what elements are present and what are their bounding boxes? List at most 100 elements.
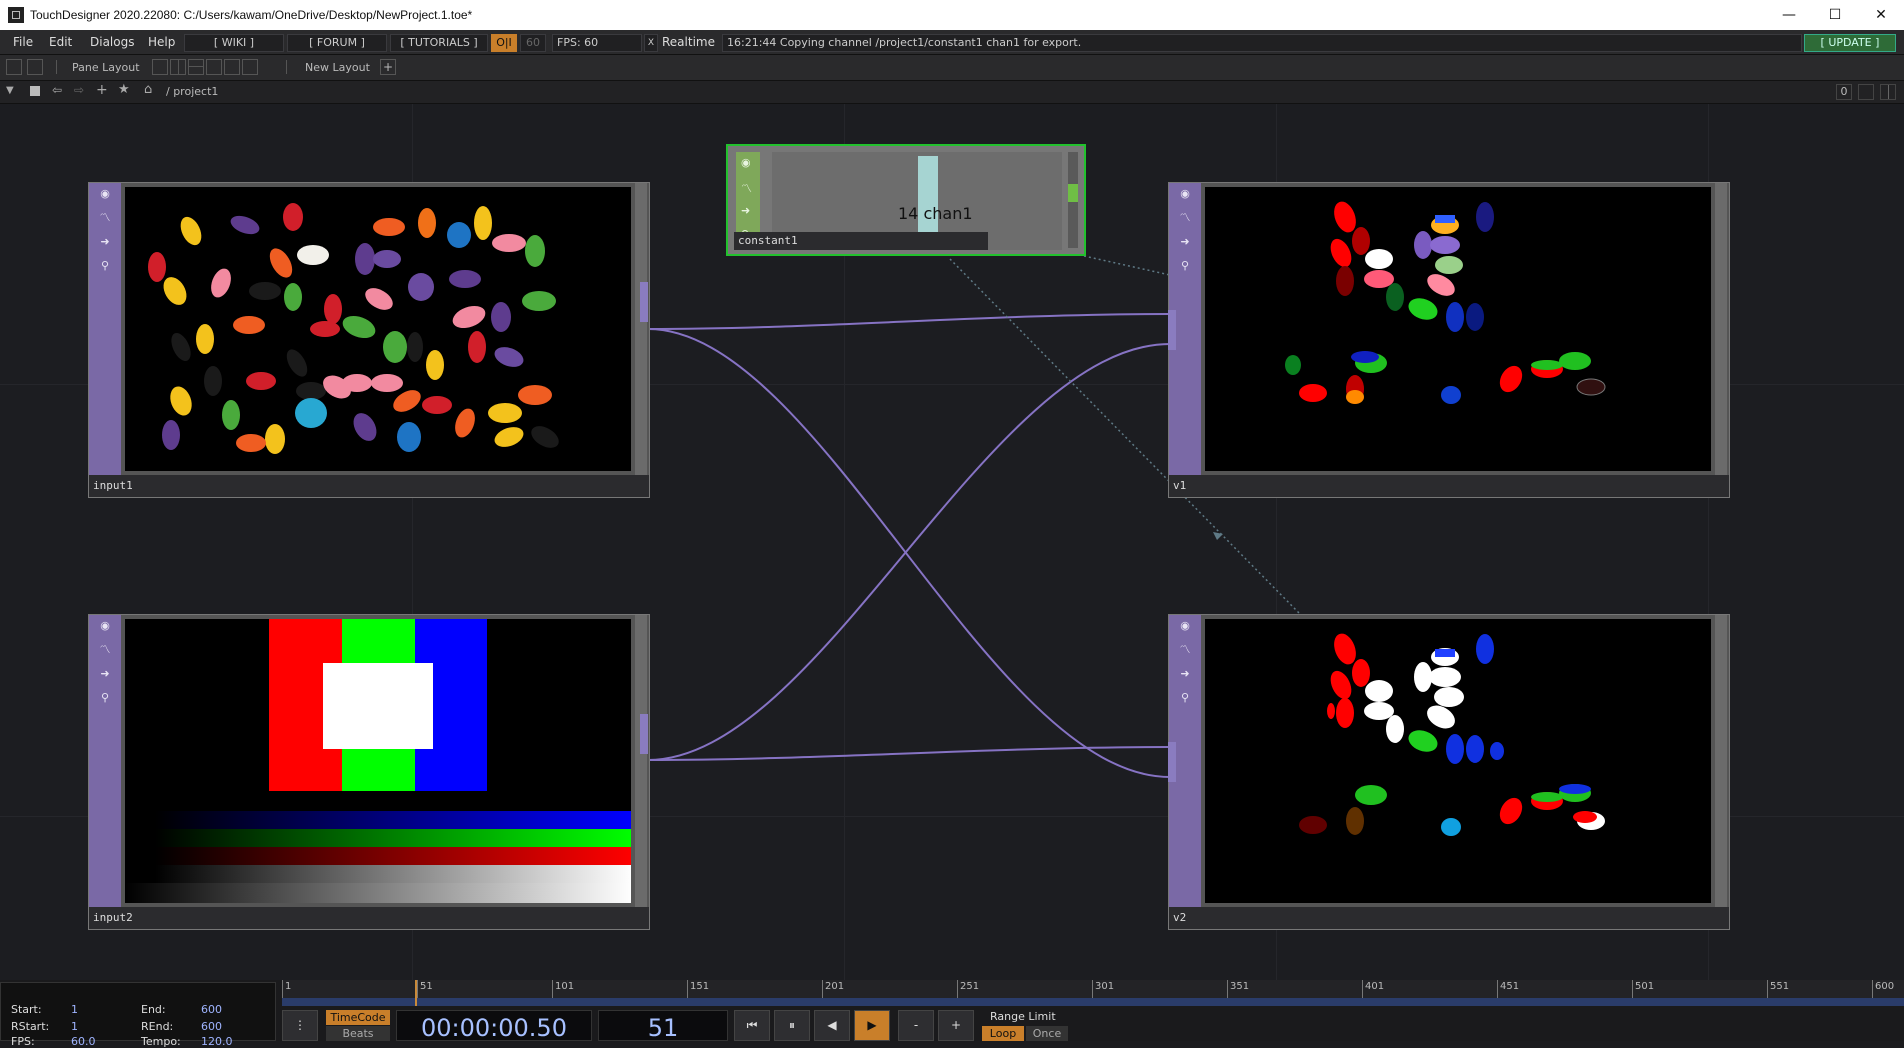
network-view-icon[interactable] bbox=[6, 59, 22, 75]
layout-split-horizontal-icon[interactable] bbox=[188, 59, 204, 75]
display-icon[interactable]: ➜ bbox=[1178, 667, 1192, 681]
node-input1[interactable]: ◉ 〽 ➜ ⚲ input1 bbox=[88, 182, 650, 498]
once-toggle[interactable]: Once bbox=[1026, 1026, 1068, 1041]
v1-input-connector[interactable] bbox=[1168, 310, 1176, 350]
tutorials-button[interactable]: [ TUTORIALS ] bbox=[390, 34, 488, 52]
beats-toggle[interactable]: Beats bbox=[326, 1026, 390, 1041]
display-icon[interactable]: ➜ bbox=[1178, 235, 1192, 249]
pane-type-icon[interactable] bbox=[27, 59, 43, 75]
pause-button[interactable]: ⏸ bbox=[774, 1010, 810, 1041]
layout-single-icon[interactable] bbox=[152, 59, 168, 75]
end-value[interactable]: 600 bbox=[201, 1003, 222, 1016]
menu-edit[interactable]: Edit bbox=[49, 30, 72, 54]
add-icon[interactable]: + bbox=[96, 82, 108, 98]
cook-toggle-button[interactable]: O|I bbox=[491, 34, 517, 52]
layout-quad-icon[interactable] bbox=[224, 59, 240, 75]
add-layout-button[interactable]: + bbox=[380, 59, 396, 75]
display-icon[interactable]: ➜ bbox=[98, 235, 112, 249]
rstart-label: RStart: bbox=[11, 1020, 50, 1033]
viewer-icon[interactable]: ◉ bbox=[741, 156, 751, 169]
playhead[interactable] bbox=[415, 980, 417, 1006]
menu-file[interactable]: File bbox=[13, 30, 33, 54]
realtime-checkbox[interactable]: X bbox=[644, 34, 658, 52]
input1-output-connector[interactable] bbox=[640, 282, 648, 322]
node-input2[interactable]: ◉ 〽 ➜ ⚲ input2 bbox=[88, 614, 650, 930]
forward-arrow-icon[interactable]: ⇨ bbox=[74, 83, 84, 97]
step-back-button[interactable]: ◀ bbox=[814, 1010, 850, 1041]
keyed-image-v2 bbox=[1299, 633, 1605, 836]
node-v2[interactable]: ◉ 〽 ➜ ⚲ v2 bbox=[1168, 614, 1730, 930]
fps-value[interactable]: 60.0 bbox=[71, 1035, 96, 1048]
update-button[interactable]: [ UPDATE ] bbox=[1804, 34, 1896, 52]
layout-three-icon[interactable] bbox=[206, 59, 222, 75]
realtime-label: Realtime bbox=[662, 35, 715, 49]
v2-input-connector[interactable] bbox=[1168, 742, 1176, 782]
display-icon[interactable]: ➜ bbox=[98, 667, 112, 681]
viewer-icon[interactable]: ◉ bbox=[1178, 187, 1192, 201]
node-label-input2[interactable]: input2 bbox=[89, 907, 649, 929]
output-rail bbox=[635, 183, 647, 475]
chevron-down-icon[interactable]: ▼ bbox=[6, 85, 14, 96]
bypass-icon[interactable]: 〽 bbox=[1178, 643, 1192, 657]
back-arrow-icon[interactable]: ⇦ bbox=[52, 83, 62, 97]
play-button[interactable]: ▶ bbox=[854, 1010, 890, 1041]
timecode-display[interactable]: 00:00:00.50 bbox=[396, 1010, 592, 1041]
bypass-icon[interactable]: 〽 bbox=[98, 211, 112, 225]
node-label-v1[interactable]: v1 bbox=[1169, 475, 1729, 497]
input2-output-connector[interactable] bbox=[640, 714, 648, 754]
path-bar: ▼ ⇦ ⇨ + ★ ⌂ / project1 0 bbox=[0, 81, 1904, 104]
layout-six-icon[interactable] bbox=[242, 59, 258, 75]
tempo-value[interactable]: 120.0 bbox=[201, 1035, 233, 1048]
network-editor[interactable]: ◉ 〽 ➜ ⚲ input1 ◉ 〽 ➜ ⚲ input2 ◉ 〽 ➜ 14 c… bbox=[0, 104, 1904, 980]
star-icon[interactable]: ★ bbox=[118, 82, 130, 97]
tempo-label: Tempo: bbox=[141, 1035, 181, 1048]
wiki-button[interactable]: [ WIKI ] bbox=[184, 34, 284, 52]
frame-display[interactable]: 51 bbox=[598, 1010, 728, 1041]
rend-value[interactable]: 600 bbox=[201, 1020, 222, 1033]
node-constant1[interactable]: ◉ 〽 ➜ ⚲ 14 chan1 constant1 bbox=[726, 144, 1086, 256]
forum-button[interactable]: [ FORUM ] bbox=[287, 34, 387, 52]
loop-toggle[interactable]: Loop bbox=[982, 1026, 1024, 1041]
step-plus-button[interactable]: + bbox=[938, 1010, 974, 1041]
fps-display: FPS: 60 bbox=[552, 34, 642, 52]
menu-dialogs[interactable]: Dialogs bbox=[90, 30, 134, 54]
maximize-pane-icon[interactable] bbox=[1858, 84, 1874, 100]
lock-icon[interactable]: ⚲ bbox=[98, 691, 112, 705]
ruler-tick: 401 bbox=[1362, 980, 1384, 998]
lock-icon[interactable]: ⚲ bbox=[1178, 259, 1192, 273]
bypass-icon[interactable]: 〽 bbox=[741, 180, 752, 196]
bypass-icon[interactable]: 〽 bbox=[1178, 211, 1192, 225]
ruler-tick: 351 bbox=[1227, 980, 1249, 998]
lock-icon[interactable]: ⚲ bbox=[1178, 691, 1192, 705]
viewer-icon[interactable]: ◉ bbox=[1178, 619, 1192, 633]
maximize-button[interactable]: ☐ bbox=[1812, 0, 1858, 30]
home-icon[interactable]: ⌂ bbox=[144, 82, 152, 97]
start-value[interactable]: 1 bbox=[71, 1003, 78, 1016]
layout-split-vertical-icon[interactable] bbox=[170, 59, 186, 75]
minimize-button[interactable]: — bbox=[1766, 0, 1812, 30]
node-label-constant1[interactable]: constant1 bbox=[734, 232, 988, 250]
close-button[interactable]: ✕ bbox=[1858, 0, 1904, 30]
lock-icon[interactable]: ⚲ bbox=[98, 259, 112, 273]
display-icon[interactable]: ➜ bbox=[741, 204, 750, 217]
timeline-menu-button[interactable]: ⋮ bbox=[282, 1010, 318, 1041]
menu-help[interactable]: Help bbox=[148, 30, 175, 54]
viewer-icon[interactable]: ◉ bbox=[98, 619, 112, 633]
network-path[interactable]: / project1 bbox=[166, 81, 218, 103]
node-label-v2[interactable]: v2 bbox=[1169, 907, 1729, 929]
fps-cap-field[interactable]: 60 bbox=[520, 34, 546, 52]
timeline-range-bar[interactable] bbox=[282, 998, 1904, 1006]
timecode-toggle[interactable]: TimeCode bbox=[326, 1010, 390, 1025]
timeline-ruler[interactable]: 1 51 101 151 201 251 301 351 401 451 501… bbox=[282, 980, 1904, 998]
fps-value: 60 bbox=[584, 36, 599, 49]
rstart-value[interactable]: 1 bbox=[71, 1020, 78, 1033]
split-pane-icon[interactable] bbox=[1880, 84, 1896, 100]
rewind-button[interactable]: ⏮ bbox=[734, 1010, 770, 1041]
stop-icon[interactable] bbox=[30, 86, 40, 96]
viewer-icon[interactable]: ◉ bbox=[98, 187, 112, 201]
ruler-tick: 501 bbox=[1632, 980, 1654, 998]
node-v1[interactable]: ◉ 〽 ➜ ⚲ v1 bbox=[1168, 182, 1730, 498]
step-minus-button[interactable]: - bbox=[898, 1010, 934, 1041]
bypass-icon[interactable]: 〽 bbox=[98, 643, 112, 657]
node-label-input1[interactable]: input1 bbox=[89, 475, 649, 497]
